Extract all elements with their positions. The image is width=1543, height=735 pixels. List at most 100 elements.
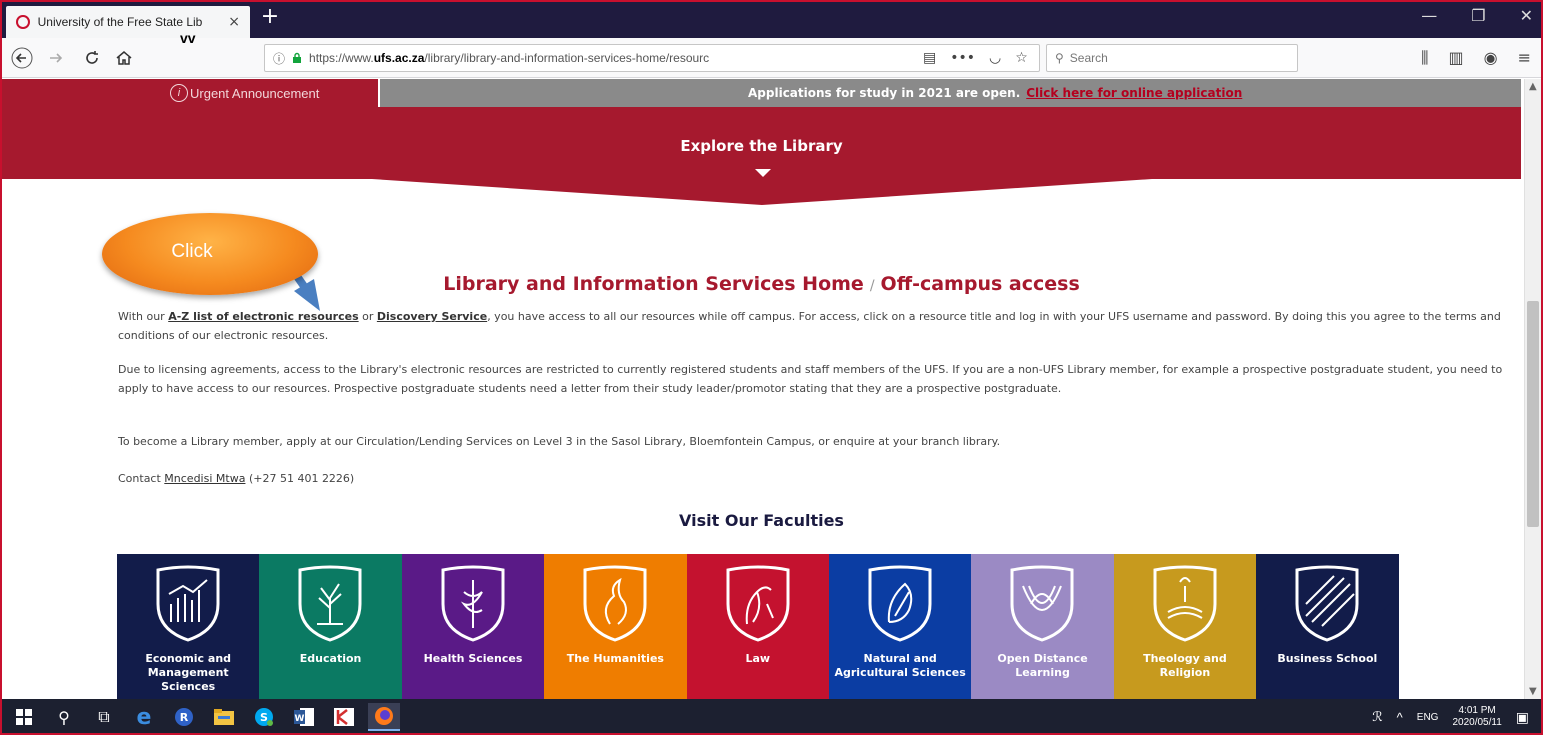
reload-icon: [86, 51, 98, 64]
page-viewport: i Urgent Announcement Applications for s…: [2, 79, 1521, 699]
faculty-shield-stripes-icon: [1295, 565, 1359, 642]
faculty-tiles: Economic and Management Sciences Educatio…: [117, 554, 1399, 699]
account-icon[interactable]: ◉: [1484, 48, 1498, 68]
faculty-tile[interactable]: The Humanities: [544, 554, 687, 699]
sidebar-icon[interactable]: ▥: [1449, 48, 1464, 68]
faculty-shield-flame-icon: [583, 565, 647, 642]
contact-person-link[interactable]: Mncedisi Mtwa: [164, 472, 245, 485]
announcement-banner: Applications for study in 2021 are open.…: [380, 79, 1521, 107]
click-callout-bubble: Click: [102, 213, 318, 295]
new-tab-button[interactable]: +: [259, 6, 281, 28]
faculty-tile[interactable]: Education: [259, 554, 402, 699]
notification-icon[interactable]: ▣: [1516, 709, 1529, 726]
lock-icon: [293, 52, 302, 63]
faculty-tile[interactable]: Natural and Agricultural Sciences: [828, 554, 972, 699]
faculty-shield-bar-chart-icon: [156, 565, 220, 642]
search-bar[interactable]: ⚲ Search: [1046, 44, 1298, 72]
faculty-tile[interactable]: Economic and Management Sciences: [117, 554, 260, 699]
url-bar-actions: ▤ ••• ◡ ☆: [923, 50, 1028, 66]
close-window-icon[interactable]: ✕: [1520, 6, 1533, 25]
bookmark-star-icon[interactable]: ☆: [1015, 50, 1028, 66]
p4-text-end: (+27 51 401 2226): [245, 472, 355, 485]
back-button[interactable]: [10, 46, 34, 70]
faculty-tile[interactable]: Open Distance Learning: [971, 554, 1114, 699]
pocket-icon[interactable]: ◡: [989, 50, 1001, 66]
search-icon: ⚲: [1055, 51, 1064, 65]
forward-button[interactable]: [44, 46, 68, 70]
caret-down-icon: [755, 169, 771, 177]
toolbar-right: ⫼ ▥ ◉ ≡: [1421, 48, 1531, 68]
faculty-shield-figure-icon: [726, 565, 790, 642]
ufs-favicon-icon: [16, 15, 30, 29]
windows-start-icon[interactable]: [8, 703, 40, 731]
faculty-shield-leaf-icon: [868, 565, 932, 642]
reader-view-icon[interactable]: ▤: [923, 50, 936, 66]
breadcrumb-home[interactable]: Library and Information Services Home: [443, 273, 864, 295]
announcement-message: Applications for study in 2021 are open.: [748, 86, 1021, 100]
language-indicator[interactable]: ENG: [1417, 712, 1439, 723]
kaspersky-icon[interactable]: [328, 703, 360, 731]
breadcrumb-separator: /: [869, 278, 875, 294]
faculty-tile[interactable]: Health Sciences: [401, 554, 545, 699]
scroll-thumb[interactable]: [1527, 301, 1539, 527]
tab-close-icon[interactable]: ×: [228, 14, 240, 30]
faculty-label: The Humanities: [566, 652, 664, 665]
svg-text:W: W: [295, 714, 305, 724]
svg-text:S: S: [260, 711, 268, 724]
browser-titlebar: University of the Free State Lib × + — ❐…: [0, 0, 1543, 38]
browser-tab[interactable]: University of the Free State Lib ×: [6, 6, 250, 38]
faculty-tile[interactable]: Theology and Religion: [1113, 554, 1257, 699]
search-placeholder: Search: [1069, 51, 1108, 65]
home-button[interactable]: [112, 46, 136, 70]
edge-browser-icon[interactable]: e: [128, 703, 160, 731]
faculty-shield-tree-icon: [298, 565, 362, 642]
scroll-up-icon[interactable]: ▲: [1529, 81, 1537, 92]
overlay-annotation-text: vv: [180, 30, 196, 46]
word-icon[interactable]: W: [288, 703, 320, 731]
faculty-shield-loop-icon: [1010, 565, 1074, 642]
search-taskbar-icon[interactable]: ⚲: [48, 703, 80, 731]
firefox-icon[interactable]: [368, 703, 400, 731]
svg-text:R: R: [180, 711, 189, 724]
callout-text: Click: [171, 241, 213, 262]
online-application-link[interactable]: Click here for online application: [1026, 86, 1242, 100]
faculty-label: Economic and Management Sciences: [145, 652, 232, 693]
menu-icon[interactable]: ≡: [1518, 48, 1531, 68]
reload-button[interactable]: [80, 46, 104, 70]
scroll-down-icon[interactable]: ▼: [1529, 686, 1537, 697]
r-app-icon[interactable]: R: [168, 703, 200, 731]
faculty-shield-book-icon: [1153, 565, 1217, 642]
breadcrumb-current: Off-campus access: [880, 273, 1080, 295]
task-view-icon[interactable]: ⧉: [88, 703, 120, 731]
faculty-tile[interactable]: Business School: [1256, 554, 1399, 699]
address-bar[interactable]: ⓘ https://www.ufs.ac.za/library/library-…: [264, 44, 1040, 72]
url-prefix: https://www.: [309, 51, 374, 65]
faculty-tile[interactable]: Law: [686, 554, 829, 699]
faculty-label: Law: [745, 652, 771, 665]
page-actions-icon[interactable]: •••: [950, 50, 975, 66]
skype-icon[interactable]: S: [248, 703, 280, 731]
people-icon[interactable]: ℛ: [1372, 709, 1382, 725]
chevron-up-icon[interactable]: ^: [1397, 710, 1403, 725]
restore-icon[interactable]: ❐: [1471, 6, 1485, 25]
page-scrollbar[interactable]: ▲ ▼: [1524, 79, 1541, 699]
file-explorer-icon[interactable]: [208, 703, 240, 731]
paragraph-contact: Contact Mncedisi Mtwa (+27 51 401 2226): [118, 469, 1518, 488]
info-icon: ⓘ: [273, 51, 286, 66]
minimize-icon[interactable]: —: [1421, 6, 1437, 25]
faculty-label: Open Distance Learning: [997, 652, 1088, 679]
faculty-label: Theology and Religion: [1143, 652, 1227, 679]
faculty-label: Business School: [1277, 652, 1378, 665]
windows-taskbar: ⚲ ⧉ e R S W ℛ ^ ENG 4:01 PM 2020/05/11 ▣: [0, 699, 1543, 735]
window-controls: — ❐ ✕: [1421, 6, 1533, 25]
faculty-label: Education: [299, 652, 362, 665]
paragraph-membership: To become a Library member, apply at our…: [118, 435, 1001, 448]
system-tray: ℛ ^ ENG 4:01 PM 2020/05/11 ▣: [1372, 699, 1529, 735]
faculty-shield-caduceus-icon: [441, 565, 505, 642]
clock-date: 2020/05/11: [1452, 717, 1502, 728]
paragraph-licensing: Due to licensing agreements, access to t…: [118, 363, 1503, 395]
library-icon[interactable]: ⫼: [1421, 48, 1428, 68]
system-clock[interactable]: 4:01 PM 2020/05/11: [1452, 705, 1501, 729]
faculties-heading: Visit Our Faculties: [679, 511, 844, 530]
p4-text-start: Contact: [118, 472, 165, 485]
